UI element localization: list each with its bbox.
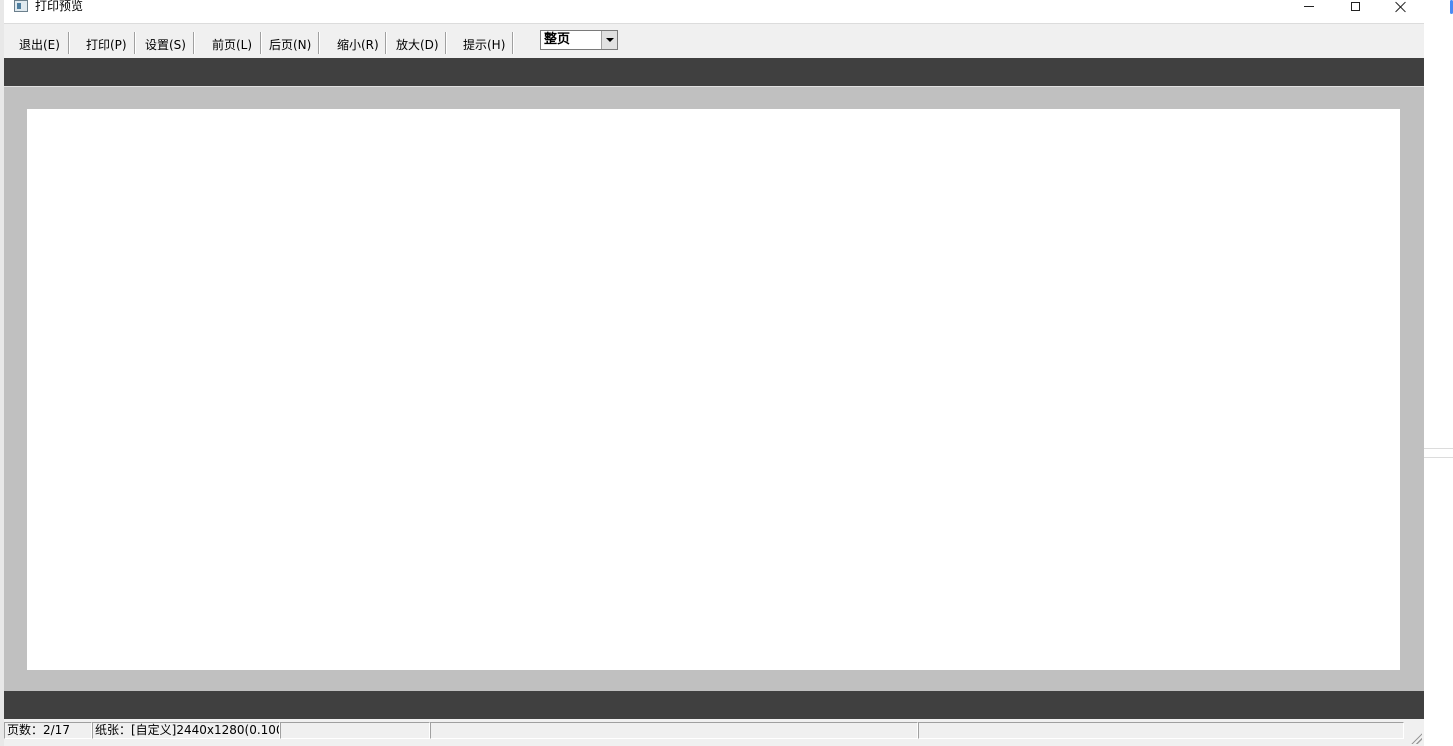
paper-size-status: 纸张：[自定义]2440x1280(0.100n [92,722,280,739]
toolbar-separator [445,32,447,54]
title-bar[interactable]: 打印预览 [4,0,1424,24]
print-button[interactable]: 打印(P) [86,36,127,54]
exit-button[interactable]: 退出(E) [19,36,60,54]
background-divider [1424,448,1453,449]
toolbar-separator [134,32,136,54]
zoom-mode-value: 整页 [544,32,571,47]
prev-page-button[interactable]: 前页(L) [212,36,252,54]
close-icon [1395,1,1407,13]
dropdown-arrow-icon[interactable] [601,31,617,49]
preview-page[interactable] [27,109,1400,670]
status-pane-empty [918,722,1404,739]
status-bar: 页数：2/17 纸张：[自定义]2440x1280(0.100n [4,719,1424,746]
zoom-in-button[interactable]: 放大(D) [396,36,439,54]
close-button[interactable] [1378,0,1424,13]
preview-top-band [4,58,1424,86]
hint-button[interactable]: 提示(H) [463,36,505,54]
maximize-icon [1350,2,1360,11]
toolbar-separator [318,32,320,54]
preview-area[interactable] [4,86,1424,691]
page-count-status: 页数：2/17 [4,722,92,739]
toolbar-separator [260,32,262,54]
toolbar: 退出(E) 打印(P) 设置(S) 前页(L) 后页(N) 缩小(R) 放大(D… [4,24,1424,58]
status-pane-empty [430,722,918,739]
zoom-out-button[interactable]: 缩小(R) [337,36,379,54]
background-app-strip [1424,0,1453,746]
status-pane-empty [280,722,430,739]
background-divider [1424,457,1453,458]
next-page-button[interactable]: 后页(N) [269,36,311,54]
toolbar-separator [385,32,387,54]
preview-bottom-band [4,691,1424,719]
toolbar-separator [512,32,514,54]
maximize-button[interactable] [1332,0,1378,13]
minimize-button[interactable] [1286,0,1332,13]
app-icon [14,0,28,12]
toolbar-separator [68,32,70,54]
minimize-icon [1304,6,1314,7]
print-preview-window: 打印预览 退出(E) 打印(P) 设置(S) 前页(L) 后页(N) 缩小(R)… [4,0,1424,746]
resize-grip-icon[interactable] [1410,732,1422,744]
zoom-mode-select[interactable]: 整页 [540,30,618,50]
window-title: 打印预览 [35,0,84,13]
settings-button[interactable]: 设置(S) [145,36,186,54]
toolbar-separator [193,32,195,54]
